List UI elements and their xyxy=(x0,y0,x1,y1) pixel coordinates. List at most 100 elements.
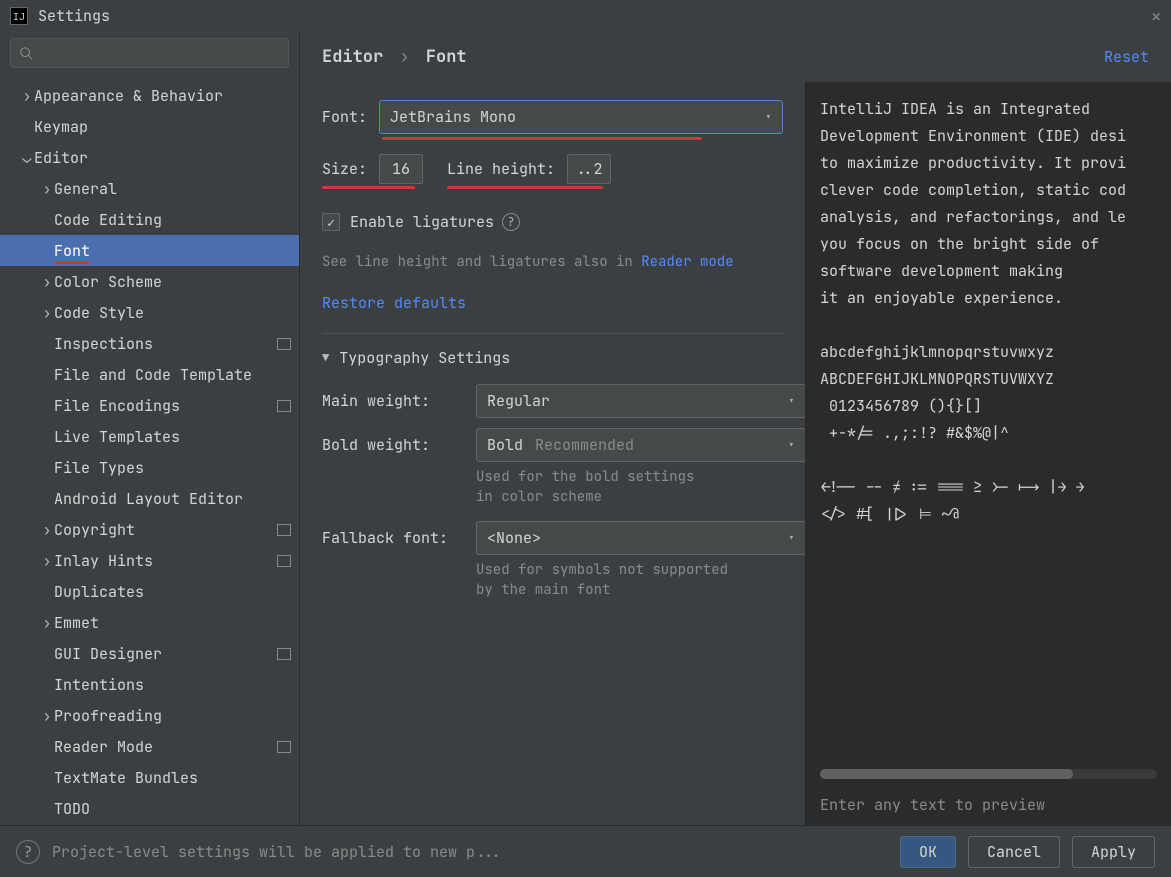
typography-section-header[interactable]: ▼ Typography Settings xyxy=(322,333,783,368)
tree-item-proofreading[interactable]: ›Proofreading xyxy=(0,700,299,731)
tree-item-todo[interactable]: TODO xyxy=(0,793,299,824)
tree-item-duplicates[interactable]: Duplicates xyxy=(0,576,299,607)
tree-item-gui-designer[interactable]: GUI Designer xyxy=(0,638,299,669)
chevron-down-icon: ▾ xyxy=(765,109,772,125)
app-icon: IJ xyxy=(10,7,28,25)
search-input[interactable] xyxy=(10,38,289,68)
tree-item-editor[interactable]: ⌄Editor xyxy=(0,142,299,173)
tree-item-code-style[interactable]: ›Code Style xyxy=(0,297,299,328)
font-settings-form: Font: JetBrains Mono ▾ Size: 16 xyxy=(300,82,805,825)
chevron-right-icon: › xyxy=(40,520,54,540)
tree-item-general[interactable]: ›General xyxy=(0,173,299,204)
main-panel: Editor › Font Reset Font: JetBrains Mono… xyxy=(300,32,1171,825)
tree-item-label: File Encodings xyxy=(54,396,180,416)
tree-item-live-templates[interactable]: Live Templates xyxy=(0,421,299,452)
tree-item-textmate-bundles[interactable]: TextMate Bundles xyxy=(0,762,299,793)
size-input[interactable]: 16 xyxy=(379,154,423,184)
tree-item-inspections[interactable]: Inspections xyxy=(0,328,299,359)
tree-item-label: Inspections xyxy=(54,334,153,354)
fallback-combo[interactable]: <None> ▾ xyxy=(476,521,805,555)
chevron-right-icon: › xyxy=(40,303,54,323)
tree-item-label: Proofreading xyxy=(54,706,162,726)
restore-defaults-link[interactable]: Restore defaults xyxy=(322,293,783,313)
project-badge-icon xyxy=(277,400,291,412)
fallback-label: Fallback font: xyxy=(322,528,450,548)
fallback-note: Used for symbols not supported by the ma… xyxy=(476,561,805,600)
tree-item-label: Copyright xyxy=(54,520,135,540)
lineheight-input[interactable]: ..2 xyxy=(567,154,611,184)
tree-item-emmet[interactable]: ›Emmet xyxy=(0,607,299,638)
font-label: Font: xyxy=(322,107,367,127)
preview-text[interactable]: IntelliJ IDEA is an Integrated Developme… xyxy=(806,82,1171,763)
crumb-editor[interactable]: Editor xyxy=(322,46,383,68)
tree-item-label: Editor xyxy=(34,148,88,168)
breadcrumb: Editor › Font xyxy=(322,46,467,68)
crumb-separator: › xyxy=(399,46,409,68)
chevron-down-icon: ▾ xyxy=(788,437,795,453)
preview-hint: Enter any text to preview xyxy=(806,785,1171,825)
tree-item-label: Duplicates xyxy=(54,582,144,602)
tree-item-label: TextMate Bundles xyxy=(54,768,198,788)
chevron-down-icon: ▾ xyxy=(788,393,795,409)
tree-item-file-and-code-template[interactable]: File and Code Template xyxy=(0,359,299,390)
close-icon[interactable]: ✕ xyxy=(1151,6,1161,27)
chevron-right-icon: › xyxy=(20,86,34,106)
tree-item-android-layout-editor[interactable]: Android Layout Editor xyxy=(0,483,299,514)
tree-item-reader-mode[interactable]: Reader Mode xyxy=(0,731,299,762)
tree-item-code-editing[interactable]: Code Editing xyxy=(0,204,299,235)
search-icon xyxy=(19,46,33,60)
tree-item-label: Color Scheme xyxy=(54,272,162,292)
preview-panel: IntelliJ IDEA is an Integrated Developme… xyxy=(805,82,1171,825)
bold-weight-combo[interactable]: Bold Recommended ▾ xyxy=(476,428,805,462)
tree-item-label: Code Editing xyxy=(54,210,162,230)
main-header: Editor › Font Reset xyxy=(300,32,1171,82)
tree-item-file-encodings[interactable]: File Encodings xyxy=(0,390,299,421)
see-also-note: See line height and ligatures also in Re… xyxy=(322,252,783,273)
tree-item-file-types[interactable]: File Types xyxy=(0,452,299,483)
help-button[interactable]: ? xyxy=(16,840,40,864)
project-badge-icon xyxy=(277,555,291,567)
tree-item-copyright[interactable]: ›Copyright xyxy=(0,514,299,545)
project-badge-icon xyxy=(277,741,291,753)
project-badge-icon xyxy=(277,338,291,350)
tree-item-label: Code Style xyxy=(54,303,144,323)
font-combo[interactable]: JetBrains Mono ▾ xyxy=(379,100,783,134)
bold-weight-note: Used for the bold settings in color sche… xyxy=(476,468,805,507)
main-weight-label: Main weight: xyxy=(322,391,450,411)
ligatures-checkbox[interactable] xyxy=(322,213,340,231)
ok-button[interactable]: OK xyxy=(900,836,956,868)
crumb-font: Font xyxy=(426,46,467,68)
tree-item-label: TODO xyxy=(54,799,90,819)
tree-item-font[interactable]: Font xyxy=(0,235,299,266)
tree-item-label: Inlay Hints xyxy=(54,551,153,571)
settings-window: IJ Settings ✕ ›Appearance & BehaviorKeym… xyxy=(0,0,1171,877)
reset-link[interactable]: Reset xyxy=(1104,47,1149,67)
cancel-button[interactable]: Cancel xyxy=(968,836,1060,868)
project-badge-icon xyxy=(277,524,291,536)
help-icon[interactable]: ? xyxy=(502,213,520,231)
tree-item-label: Keymap xyxy=(34,117,88,137)
chevron-right-icon: › xyxy=(40,551,54,571)
preview-scrollbar[interactable] xyxy=(820,769,1157,779)
settings-tree[interactable]: ›Appearance & BehaviorKeymap⌄Editor›Gene… xyxy=(0,74,299,825)
reader-mode-link[interactable]: Reader mode xyxy=(641,253,733,271)
tree-item-label: File and Code Template xyxy=(54,365,252,385)
tree-item-keymap[interactable]: Keymap xyxy=(0,111,299,142)
tree-item-label: GUI Designer xyxy=(54,644,162,664)
tree-item-appearance-behavior[interactable]: ›Appearance & Behavior xyxy=(0,80,299,111)
typography-title: Typography Settings xyxy=(339,348,510,368)
bold-weight-label: Bold weight: xyxy=(322,435,450,455)
tree-item-label: General xyxy=(54,179,117,199)
ligatures-label: Enable ligatures xyxy=(350,212,494,232)
tree-item-inlay-hints[interactable]: ›Inlay Hints xyxy=(0,545,299,576)
tree-item-label: Live Templates xyxy=(54,427,180,447)
project-badge-icon xyxy=(277,648,291,660)
tree-item-intentions[interactable]: Intentions xyxy=(0,669,299,700)
tree-item-color-scheme[interactable]: ›Color Scheme xyxy=(0,266,299,297)
main-weight-combo[interactable]: Regular ▾ xyxy=(476,384,805,418)
search-field[interactable] xyxy=(39,43,280,63)
tree-item-label: Intentions xyxy=(54,675,144,695)
chevron-down-icon: ▼ xyxy=(322,350,329,366)
apply-button[interactable]: Apply xyxy=(1072,836,1155,868)
chevron-down-icon: ⌄ xyxy=(20,148,34,168)
